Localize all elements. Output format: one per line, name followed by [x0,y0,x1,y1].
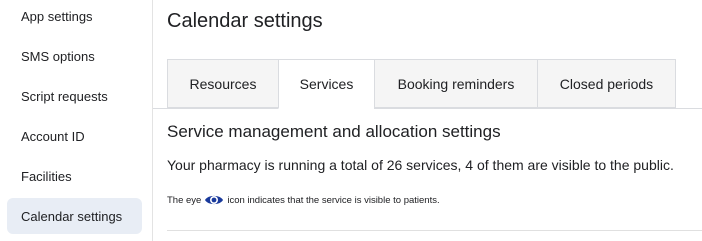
eye-note-text-after: icon indicates that the service is visib… [227,194,440,206]
sidebar-item-label: Calendar settings [21,208,123,224]
eye-note-text-before: The eye [167,194,202,206]
tab-label: Booking reminders [397,75,515,92]
tab-booking-reminders[interactable]: Booking reminders [374,59,537,108]
tab-label: Closed periods [559,75,654,92]
services-summary: Your pharmacy is running a total of 26 s… [167,157,674,173]
eye-icon [204,193,224,207]
eye-icon-note: The eye icon indicates that the service … [167,193,440,207]
tab-services[interactable]: Services [278,59,374,109]
sidebar-item-sms-options[interactable]: SMS options [7,38,142,74]
sidebar-item-facilities[interactable]: Facilities [7,158,142,194]
section-divider [167,230,702,231]
settings-tabs: Resources Services Booking reminders Clo… [167,59,676,109]
tab-label: Resources [189,75,257,92]
settings-sidebar: App settings SMS options Script requests… [0,0,153,241]
sidebar-item-label: App settings [21,8,93,24]
tab-resources[interactable]: Resources [167,59,278,108]
app-window: App settings SMS options Script requests… [0,0,702,241]
page-title: Calendar settings [167,10,323,32]
section-title: Service management and allocation settin… [167,122,501,141]
sidebar-item-script-requests[interactable]: Script requests [7,78,142,114]
main-content: Calendar settings Resources Services Boo… [153,0,702,241]
sidebar-item-label: SMS options [21,48,95,64]
sidebar-item-calendar-settings[interactable]: Calendar settings [7,198,142,234]
tab-closed-periods[interactable]: Closed periods [537,59,676,108]
sidebar-item-account-id[interactable]: Account ID [7,118,142,154]
tab-divider [153,108,702,109]
sidebar-item-label: Account ID [21,128,85,144]
sidebar-item-label: Facilities [21,168,72,184]
sidebar-item-label: Script requests [21,88,108,104]
sidebar-item-app-settings[interactable]: App settings [7,0,142,34]
tab-label: Services [299,76,354,92]
